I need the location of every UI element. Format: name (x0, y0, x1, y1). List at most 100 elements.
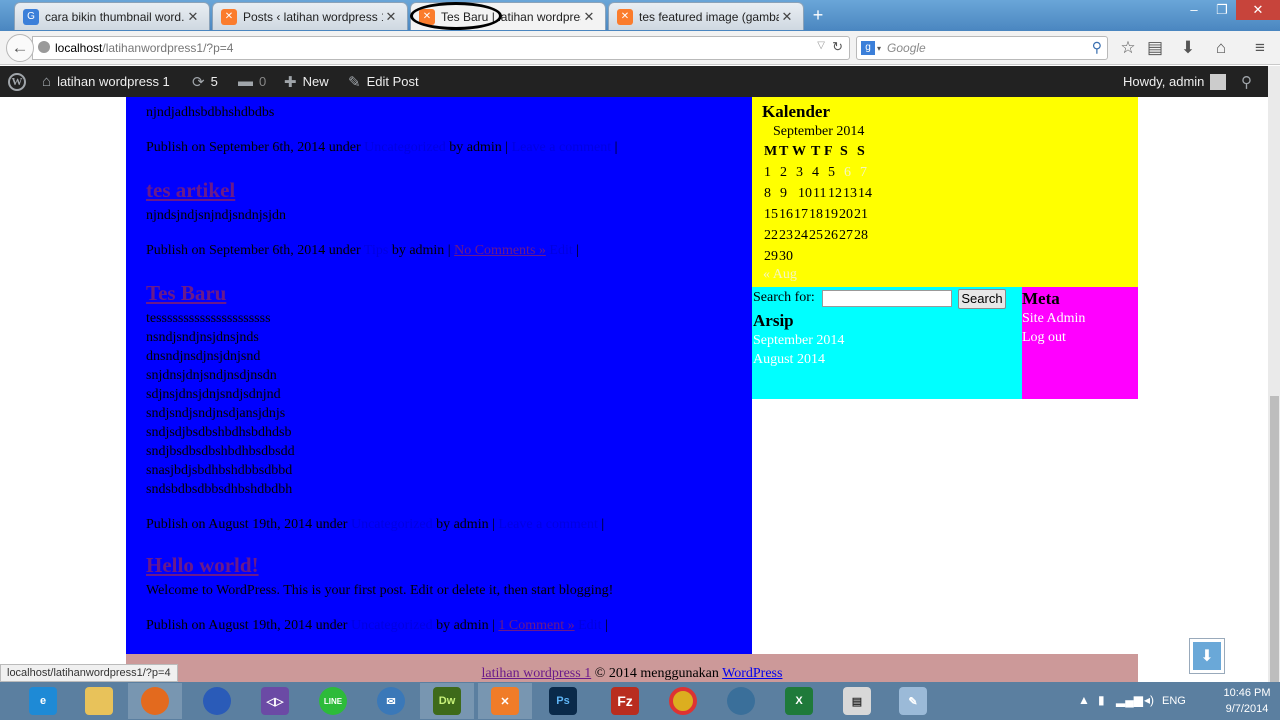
network-icon[interactable]: ▂▄▆ (1116, 693, 1143, 707)
tray-expand-icon[interactable]: ▲ (1078, 693, 1090, 707)
site-admin-link[interactable]: Site Admin (1022, 311, 1085, 327)
category-link[interactable]: Uncategorized (364, 140, 446, 155)
category-link[interactable]: Uncategorized (351, 618, 433, 633)
tab-tes-baru[interactable]: ✕ Tes Baru | latihan wordpress... ✕ (410, 2, 606, 30)
reload-icon[interactable]: ↻ (832, 39, 843, 55)
calendar-day-link[interactable]: 7 (860, 165, 876, 181)
taskbar-xampp[interactable]: ✕ (478, 683, 532, 719)
close-icon[interactable]: ✕ (581, 9, 597, 25)
edit-post-menu[interactable]: ✎ Edit Post (348, 66, 419, 97)
taskbar-filezilla[interactable]: Fz (598, 683, 652, 719)
search-input[interactable] (822, 290, 952, 307)
taskbar-photoshop[interactable]: Ps (536, 683, 590, 719)
dropdown-arrow-icon[interactable]: ▽ (817, 40, 825, 51)
post-meta: Publish on September 6th, 2014 under Tip… (146, 243, 736, 259)
taskbar-explorer[interactable] (72, 683, 126, 719)
tab-thumbnail[interactable]: G cara bikin thumbnail word... ✕ (14, 2, 210, 30)
archive-link[interactable]: September 2014 (753, 333, 844, 349)
account-menu[interactable]: Howdy, admin (1123, 66, 1227, 97)
close-icon[interactable]: ✕ (383, 9, 399, 25)
comments-menu[interactable]: ▬ 0 (238, 66, 266, 97)
comments-link[interactable]: 1 Comment » (498, 618, 574, 633)
calendar-prev-link[interactable]: « Aug (763, 267, 797, 283)
site-name-menu[interactable]: ⌂ latihan wordpress 1 (42, 66, 170, 97)
taskbar-excel[interactable]: X (772, 683, 826, 719)
close-icon[interactable]: ✕ (185, 9, 201, 25)
battery-icon[interactable]: ▮ (1098, 693, 1105, 707)
post-title-link[interactable]: Tes Baru (146, 281, 736, 306)
comments-link[interactable]: No Comments » (454, 243, 546, 258)
tab-posts[interactable]: ✕ Posts ‹ latihan wordpress 1 ... ✕ (212, 2, 408, 30)
globe-icon (727, 687, 755, 715)
taskbar-visual-studio[interactable]: ◁▷ (248, 683, 302, 719)
close-icon[interactable]: ✕ (779, 9, 795, 25)
weekday-label: M (764, 144, 778, 159)
taskbar-paint[interactable]: ✎ (886, 683, 940, 719)
log-out-link[interactable]: Log out (1022, 330, 1066, 346)
edit-link[interactable]: Edit (578, 618, 601, 633)
printer-icon: ▤ (843, 687, 871, 715)
category-link[interactable]: Uncategorized (351, 517, 433, 532)
taskbar-app-printer[interactable]: ▤ (830, 683, 884, 719)
volume-icon[interactable]: ◂) (1144, 693, 1154, 707)
footer-wordpress-link[interactable]: WordPress (722, 666, 782, 681)
taskbar-thunderbird[interactable]: ✉ (364, 683, 418, 719)
taskbar-app-blue[interactable] (190, 683, 244, 719)
taskbar-firefox[interactable] (128, 683, 182, 719)
post-item: Hello world! Welcome to WordPress. This … (146, 553, 736, 634)
new-content-menu[interactable]: ✚ New (284, 66, 329, 97)
calendar-day-link[interactable]: 6 (844, 165, 860, 181)
edit-link[interactable]: Edit (549, 243, 572, 258)
magnifier-icon[interactable]: ⚲ (1092, 39, 1102, 56)
wordpress-logo-icon[interactable]: W (8, 66, 26, 97)
comments-link[interactable]: Leave a comment (512, 140, 612, 155)
post-title-link[interactable]: tes artikel (146, 178, 736, 203)
post-item: Tes Baru tesssssssssssssssssssss nsndjsn… (146, 281, 736, 533)
navigation-bar: localhost/latihanwordpress1/?p=4 ▽ ↻ ← g… (0, 31, 1280, 65)
calendar-day: 15 (764, 207, 778, 222)
post-meta: Publish on August 19th, 2014 under Uncat… (146, 618, 736, 634)
archive-link[interactable]: August 2014 (753, 352, 825, 368)
clock-time[interactable]: 10:46 PM (1220, 687, 1274, 699)
category-link[interactable]: Tips (364, 243, 388, 258)
taskbar-line[interactable]: LINE (306, 683, 360, 719)
search-engine-box[interactable]: g ▾ Google ⚲ (856, 36, 1108, 60)
taskbar-ie[interactable]: e (16, 683, 70, 719)
google-icon[interactable]: g (861, 41, 875, 55)
scrollbar-thumb[interactable] (1270, 396, 1279, 682)
new-tab-button[interactable]: + (808, 6, 828, 26)
taskbar-chrome[interactable] (656, 683, 710, 719)
download-icon[interactable]: ⬇ (1176, 36, 1200, 60)
language-indicator[interactable]: ENG (1162, 695, 1186, 707)
minimize-icon[interactable]: – (1180, 0, 1208, 20)
taskbar-app-globe[interactable] (714, 683, 768, 719)
page-scrollbar[interactable] (1268, 66, 1280, 682)
bookmark-star-icon[interactable]: ☆ (1116, 36, 1140, 60)
scroll-down-button[interactable]: ⬇ (1189, 638, 1225, 674)
footer-site-link[interactable]: latihan wordpress 1 (482, 666, 592, 681)
search-button[interactable]: Search (958, 289, 1006, 309)
chevron-down-icon[interactable]: ▾ (877, 44, 881, 53)
restore-icon[interactable]: ❐ (1208, 0, 1236, 20)
bookmarks-list-icon[interactable]: ▤ (1143, 36, 1167, 60)
meta-date: Publish on September 6th, 2014 under (146, 243, 361, 258)
address-bar[interactable]: localhost/latihanwordpress1/?p=4 ▽ ↻ (32, 36, 850, 60)
search-archive-widget: Search for: Search Arsip September 2014 … (752, 287, 1022, 399)
menu-icon[interactable]: ≡ (1248, 36, 1272, 60)
window-close-icon[interactable]: ✕ (1236, 0, 1280, 20)
calendar-day: 13 (843, 186, 857, 201)
dreamweaver-icon: Dw (433, 687, 461, 715)
system-tray: ▲ ▮ ▂▄▆ ◂) ENG 10:46 PM 9/7/2014 (1070, 682, 1280, 720)
meta-author: by admin | (391, 243, 451, 258)
post-title-link[interactable]: Hello world! (146, 553, 736, 578)
taskbar-dreamweaver[interactable]: Dw (420, 683, 474, 719)
admin-search-icon[interactable]: ⚲ (1241, 66, 1252, 97)
back-button[interactable]: ← (6, 34, 34, 62)
updates-count: 5 (210, 74, 218, 89)
calendar-day: 24 (794, 228, 808, 243)
tab-featured-image[interactable]: ✕ tes featured image (gamba... ✕ (608, 2, 804, 30)
comments-link[interactable]: Leave a comment (498, 517, 598, 532)
updates-menu[interactable]: ⟳ 5 (192, 66, 218, 97)
clock-date[interactable]: 9/7/2014 (1220, 703, 1274, 715)
home-icon[interactable]: ⌂ (1209, 36, 1233, 60)
